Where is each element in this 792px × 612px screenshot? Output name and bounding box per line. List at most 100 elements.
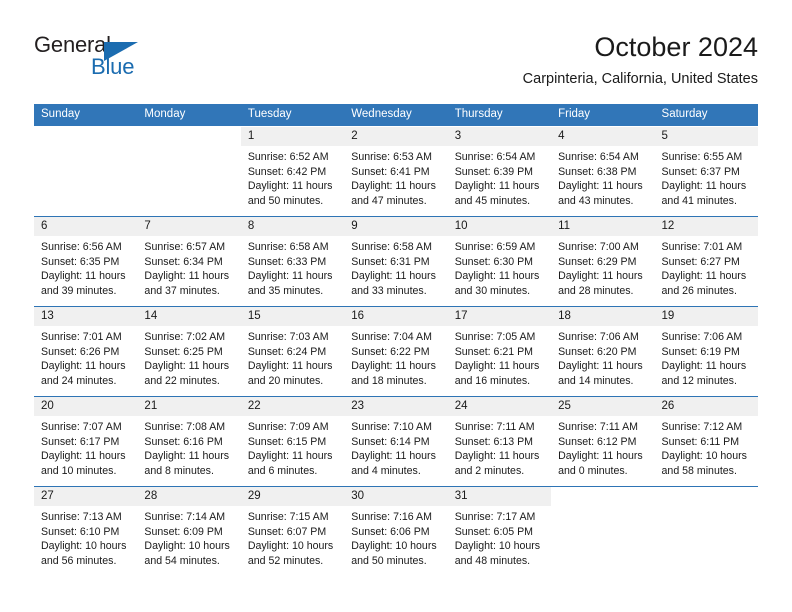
calendar-day-cell[interactable]: 31 Sunrise: 7:17 AM Sunset: 6:05 PM Dayligh… [447,486,552,577]
calendar-day-cell[interactable]: 13 Sunrise: 7:01 AM Sunset: 6:26 PM Dayligh… [34,306,138,397]
calendar-day-cell[interactable]: 8 Sunrise: 6:58 AM Sunset: 6:33 PM Daylight… [240,216,345,307]
sunrise-text: Sunrise: 7:12 AM [661,421,743,433]
sunset-text: Sunset: 6:21 PM [454,345,534,358]
daylight-text-line2: and 14 minutes. [558,374,634,387]
daylight-text-line2: and 24 minutes. [41,374,117,387]
calendar-day-cell[interactable]: 1 Sunrise: 6:52 AM Sunset: 6:42 PM Daylight… [240,126,345,217]
calendar-day-cell[interactable]: 10 Sunrise: 6:59 AM Sunset: 6:30 PM Dayligh… [447,216,552,307]
sunset-text: Sunset: 6:25 PM [144,345,223,358]
day-number: 29 [240,487,345,506]
calendar-day-cell[interactable]: 29 Sunrise: 7:15 AM Sunset: 6:07 PM Dayligh… [240,486,345,577]
calendar-day-cell[interactable]: 19 Sunrise: 7:06 AM Sunset: 6:19 PM Dayligh… [654,306,758,397]
weekday-header-tuesday: Tuesday [240,104,345,127]
day-number: 8 [240,217,345,236]
weekday-header-monday: Monday [137,104,241,127]
sunset-text: Sunset: 6:37 PM [661,165,740,178]
daylight-text-line1: Daylight: 11 hours [144,270,230,283]
calendar-day-cell[interactable]: 30 Sunrise: 7:16 AM Sunset: 6:06 PM Dayligh… [344,486,448,577]
day-number: 10 [447,217,552,236]
daylight-text-line1: Daylight: 11 hours [351,450,436,463]
sunset-text: Sunset: 6:24 PM [247,345,327,358]
day-details: Sunrise: 7:13 AM Sunset: 6:10 PM Daylight:… [34,506,137,568]
sunset-text: Sunset: 6:41 PM [351,165,430,178]
sunrise-sunset-calendar: Sunday Monday Tuesday Wednesday Thursday… [34,104,758,577]
calendar-day-cell[interactable]: 5 Sunrise: 6:55 AM Sunset: 6:37 PM Daylight… [654,126,758,217]
day-details: Sunrise: 7:00 AM Sunset: 6:29 PM Daylight:… [551,236,654,298]
calendar-day-cell[interactable]: 21 Sunrise: 7:08 AM Sunset: 6:16 PM Dayligh… [137,396,241,487]
calendar-day-cell[interactable]: 25 Sunrise: 7:11 AM Sunset: 6:12 PM Dayligh… [551,396,655,487]
daylight-text-line2: and 18 minutes. [351,374,427,387]
day-details: Sunrise: 6:59 AM Sunset: 6:30 PM Daylight:… [448,236,551,298]
sunrise-text: Sunrise: 7:06 AM [558,331,639,343]
calendar-day-cell[interactable]: 23 Sunrise: 7:10 AM Sunset: 6:14 PM Dayligh… [344,396,448,487]
calendar-day-cell[interactable]: 12 Sunrise: 7:01 AM Sunset: 6:27 PM Dayligh… [654,216,758,307]
daylight-text-line2: and 10 minutes. [41,464,117,477]
calendar-empty-cell [137,126,241,217]
sunrise-text: Sunrise: 6:59 AM [454,241,536,253]
sunset-text: Sunset: 6:14 PM [351,435,430,448]
calendar-day-cell[interactable]: 6 Sunrise: 6:56 AM Sunset: 6:35 PM Daylight… [34,216,138,307]
calendar-day-cell[interactable]: 3 Sunrise: 6:54 AM Sunset: 6:39 PM Daylight… [447,126,552,217]
calendar-day-cell[interactable]: 26 Sunrise: 7:12 AM Sunset: 6:11 PM Dayligh… [654,396,758,487]
calendar-day-cell[interactable]: 24 Sunrise: 7:11 AM Sunset: 6:13 PM Dayligh… [447,396,552,487]
day-details: Sunrise: 7:03 AM Sunset: 6:24 PM Daylight:… [241,326,344,388]
sunset-text: Sunset: 6:35 PM [41,255,120,268]
day-number: 27 [34,487,138,506]
calendar-day-cell[interactable]: 14 Sunrise: 7:02 AM Sunset: 6:25 PM Dayligh… [137,306,241,397]
day-number: 17 [447,307,552,326]
sunset-text: Sunset: 6:31 PM [351,255,430,268]
day-details: Sunrise: 7:15 AM Sunset: 6:07 PM Daylight:… [241,506,344,568]
page-subtitle: Carpinteria, California, United States [522,71,758,87]
day-number: 23 [344,397,448,416]
daylight-text-line2: and 30 minutes. [454,284,531,297]
sunset-text: Sunset: 6:27 PM [661,255,740,268]
day-number: 16 [344,307,448,326]
daylight-text-line2: and 2 minutes. [454,464,525,477]
daylight-text-line1: Daylight: 11 hours [558,270,643,283]
calendar-day-cell[interactable]: 17 Sunrise: 7:05 AM Sunset: 6:21 PM Dayligh… [447,306,552,397]
daylight-text-line2: and 43 minutes. [558,194,634,207]
day-number: 2 [344,127,448,146]
calendar-day-cell[interactable]: 20 Sunrise: 7:07 AM Sunset: 6:17 PM Dayligh… [34,396,138,487]
daylight-text-line1: Daylight: 11 hours [558,450,643,463]
weekday-header-thursday: Thursday [447,104,552,127]
day-number: 19 [654,307,758,326]
calendar-day-cell[interactable]: 7 Sunrise: 6:57 AM Sunset: 6:34 PM Daylight… [137,216,241,307]
calendar-day-cell[interactable]: 9 Sunrise: 6:58 AM Sunset: 6:31 PM Daylight… [344,216,448,307]
daylight-text-line2: and 20 minutes. [247,374,324,387]
sunrise-text: Sunrise: 7:17 AM [454,511,536,523]
day-number [654,487,758,506]
sunset-text: Sunset: 6:22 PM [351,345,430,358]
sunset-text: Sunset: 6:06 PM [351,525,430,538]
daylight-text-line1: Daylight: 11 hours [351,180,436,193]
day-details: Sunrise: 6:52 AM Sunset: 6:42 PM Daylight:… [241,146,344,208]
sunset-text: Sunset: 6:20 PM [558,345,637,358]
calendar-day-cell[interactable]: 16 Sunrise: 7:04 AM Sunset: 6:22 PM Dayligh… [344,306,448,397]
day-number: 25 [551,397,655,416]
calendar-day-cell[interactable]: 18 Sunrise: 7:06 AM Sunset: 6:20 PM Dayligh… [551,306,655,397]
calendar-day-cell[interactable]: 2 Sunrise: 6:53 AM Sunset: 6:41 PM Daylight… [344,126,448,217]
daylight-text-line1: Daylight: 11 hours [661,360,747,373]
sunset-text: Sunset: 6:07 PM [247,525,327,538]
calendar-day-cell[interactable]: 4 Sunrise: 6:54 AM Sunset: 6:38 PM Daylight… [551,126,655,217]
day-number: 18 [551,307,655,326]
calendar-day-cell[interactable]: 11 Sunrise: 7:00 AM Sunset: 6:29 PM Dayligh… [551,216,655,307]
calendar-day-cell[interactable]: 15 Sunrise: 7:03 AM Sunset: 6:24 PM Dayligh… [240,306,345,397]
sunset-text: Sunset: 6:42 PM [247,165,327,178]
calendar-day-cell[interactable]: 22 Sunrise: 7:09 AM Sunset: 6:15 PM Dayligh… [240,396,345,487]
daylight-text-line1: Daylight: 11 hours [247,360,333,373]
sunrise-text: Sunrise: 7:05 AM [454,331,536,343]
day-number [551,487,655,506]
day-number: 28 [137,487,241,506]
sunrise-text: Sunrise: 6:58 AM [247,241,329,253]
calendar-day-cell[interactable]: 28 Sunrise: 7:14 AM Sunset: 6:09 PM Dayligh… [137,486,241,577]
daylight-text-line2: and 0 minutes. [558,464,628,477]
general-blue-logo[interactable]: General Blue [34,32,184,88]
calendar-empty-cell [551,486,655,577]
daylight-text-line1: Daylight: 11 hours [558,360,643,373]
sunrise-text: Sunrise: 7:16 AM [351,511,432,523]
calendar-day-cell[interactable]: 27 Sunrise: 7:13 AM Sunset: 6:10 PM Dayligh… [34,486,138,577]
sunset-text: Sunset: 6:05 PM [454,525,534,538]
daylight-text-line2: and 26 minutes. [661,284,737,297]
daylight-text-line2: and 58 minutes. [661,464,737,477]
